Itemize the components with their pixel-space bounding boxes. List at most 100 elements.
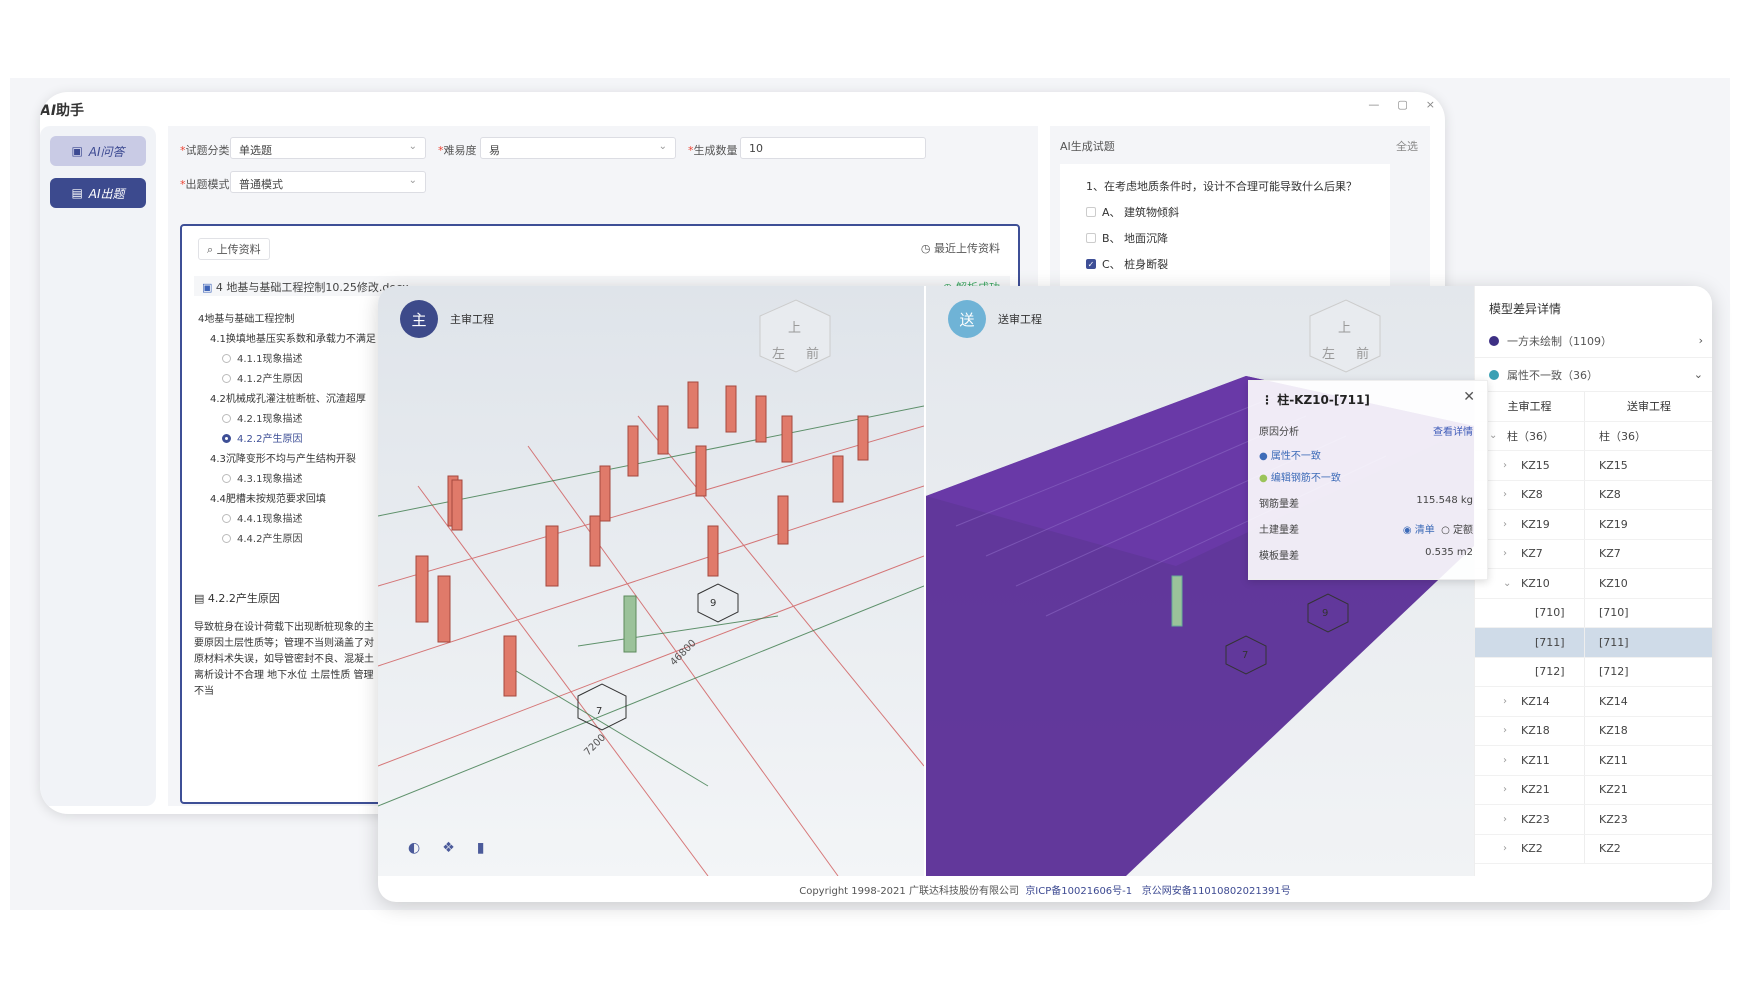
recent-uploads-link[interactable]: ◷ 最近上传资料 [921,240,1000,256]
radio-quota[interactable]: ○ 定额 [1441,525,1473,536]
radio-icon[interactable] [222,374,231,383]
model-diff-panel: 模型差异详情 一方未绘制（1109） › 属性不一致（36） ⌄ 主审工程 送审工程… [1474,286,1712,876]
table-row[interactable]: [710] [710] [1475,598,1712,628]
outline-item-label: 4.2机械成孔灌注桩断桩、沉渣超厚 [210,394,366,405]
chevron-right-icon: › [1698,334,1703,347]
chevron-down-icon: ⌄ [1693,368,1703,381]
outline-item[interactable]: 4.2.2产生原因 [198,430,376,450]
expand-icon[interactable]: › [1503,725,1513,736]
radio-icon[interactable] [222,434,231,443]
outline-item[interactable]: 4.1.2产生原因 [198,370,376,390]
close-button[interactable]: × [1426,98,1435,111]
category-select[interactable]: 单选题 ⌄ [230,137,426,159]
table-row[interactable]: › KZ14 KZ14 [1475,687,1712,717]
expand-icon[interactable]: › [1503,814,1513,825]
main-cell: KZ19 [1521,517,1550,531]
radio-icon[interactable] [222,414,231,423]
layers-icon[interactable]: ❖ [442,840,455,856]
category-property-mismatch[interactable]: 属性不一致（36） ⌄ [1475,358,1712,392]
difficulty-label: *难易度 [438,144,477,157]
outline-item[interactable]: 4地基与基础工程控制 [198,310,376,330]
table-row[interactable]: › KZ21 KZ21 [1475,775,1712,805]
upload-button[interactable]: ⌕ 上传资料 [198,238,270,260]
table-row[interactable]: [711] [711] [1475,628,1712,658]
option-c[interactable]: ✓ C、 桩身断裂 [1086,256,1168,272]
icp-link[interactable]: 京ICP备10021606号-1 [1025,886,1132,897]
copyright-text: Copyright 1998-2021 广联达科技股份有限公司 [799,886,1019,897]
category-unrendered[interactable]: 一方未绘制（1109） › [1475,324,1712,358]
minimize-button[interactable]: — [1368,98,1379,111]
radio-list[interactable]: ◉ 清单 [1403,525,1435,536]
outline-item[interactable]: 4.4.1现象描述 [198,510,376,530]
expand-icon[interactable]: › [1503,519,1513,530]
police-link[interactable]: 京公网安备11010802021391号 [1142,886,1291,897]
col-send-header: 送审工程 [1627,400,1671,414]
expand-icon[interactable]: ⌄ [1489,430,1499,441]
send-cell: KZ15 [1599,458,1628,472]
expand-icon[interactable]: › [1503,548,1513,559]
expand-icon[interactable]: › [1503,696,1513,707]
table-row[interactable]: › KZ23 KZ23 [1475,805,1712,835]
diff-table: 主审工程 送审工程 ⌄ 柱（36） 柱（36） › KZ15 KZ15 › KZ8 KZ8 › KZ… [1475,392,1712,864]
difficulty-select[interactable]: 易 ⌄ [480,137,676,159]
radio-icon[interactable] [222,474,231,483]
expand-icon[interactable]: ⌄ [1503,578,1513,589]
expand-icon[interactable]: › [1503,755,1513,766]
option-a[interactable]: A、 建筑物倾斜 [1086,204,1179,220]
option-b[interactable]: B、 地面沉降 [1086,230,1168,246]
view-icon[interactable]: ◐ [408,840,420,856]
outline-item[interactable]: 4.1.1现象描述 [198,350,376,370]
table-row[interactable]: › KZ11 KZ11 [1475,746,1712,776]
select-all-link[interactable]: 全选 [1396,138,1418,154]
nav-ai-quiz[interactable]: ▤ AI出题 [50,178,146,208]
submitted-project-viewport[interactable]: 上 左 前 9 7 送 送审工程 [926,286,1474,876]
close-icon[interactable]: ✕ [1463,389,1475,405]
outline-item[interactable]: 4.2机械成孔灌注桩断桩、沉渣超厚 [198,390,376,410]
generated-title: AI生成试题 [1060,140,1115,153]
checkbox[interactable] [1086,207,1096,217]
rebar-label: 钢筋量差 [1259,499,1299,510]
send-cell: KZ7 [1599,547,1621,561]
col-main-header: 主审工程 [1475,392,1585,421]
split-icon[interactable]: ▮ [477,840,485,856]
radio-icon[interactable] [222,514,231,523]
view-detail-link[interactable]: 查看详情 [1433,423,1473,438]
document-icon: ▤ [71,186,83,200]
main-project-viewport[interactable]: 上 左 前 9 7 46800 7200 主 主审工程 ◐ ❖ ▮ [378,286,924,876]
table-row[interactable]: › KZ8 KZ8 [1475,480,1712,510]
outline-item[interactable]: 4.1换填地基压实系数和承载力不满足 [198,330,376,350]
diff-panel-title: 模型差异详情 [1489,302,1562,316]
nav-ai-qa[interactable]: ▣ AI问答 [50,136,146,166]
checkbox[interactable] [1086,233,1096,243]
table-row[interactable]: › KZ7 KZ7 [1475,539,1712,569]
table-row[interactable]: › KZ2 KZ2 [1475,834,1712,864]
table-row[interactable]: › KZ19 KZ19 [1475,510,1712,540]
left-nav: ▣ AI问答 ▤ AI出题 [40,126,156,806]
radio-icon[interactable] [222,534,231,543]
main-cell: KZ14 [1521,694,1550,708]
outline-item[interactable]: 4.3.1现象描述 [198,470,376,490]
expand-icon[interactable]: › [1503,489,1513,500]
outline-item[interactable]: 4.4肥槽未按规范要求回填 [198,490,376,510]
table-row[interactable]: › KZ15 KZ15 [1475,451,1712,481]
nav-ai-quiz-label: AI出题 [88,186,125,201]
count-input[interactable]: 10 [740,137,926,159]
mode-select[interactable]: 普通模式 ⌄ [230,171,426,193]
table-row[interactable]: › KZ18 KZ18 [1475,716,1712,746]
checkbox-checked[interactable]: ✓ [1086,259,1096,269]
outline-item-label: 4.1换填地基压实系数和承载力不满足 [210,334,376,345]
expand-icon[interactable]: › [1503,784,1513,795]
table-row[interactable]: ⌄ 柱（36） 柱（36） [1475,421,1712,451]
radio-icon[interactable] [222,354,231,363]
table-row[interactable]: ⌄ KZ10 KZ10 [1475,569,1712,599]
expand-icon[interactable]: › [1503,843,1513,854]
expand-icon[interactable]: › [1503,460,1513,471]
outline-item[interactable]: 4.2.1现象描述 [198,410,376,430]
component-popup: ⋮ 柱-KZ10-[711] ✕ 原因分析 查看详情 ● 属性不一致 ● 编辑钢… [1248,380,1488,580]
outline-item[interactable]: 4.3沉降变形不均与产生结构开裂 [198,450,376,470]
table-row[interactable]: [712] [712] [1475,657,1712,687]
main-cell: [710] [1535,606,1565,620]
main-cell: KZ8 [1521,488,1543,502]
outline-item[interactable]: 4.4.2产生原因 [198,530,376,550]
maximize-button[interactable]: ▢ [1397,98,1407,111]
